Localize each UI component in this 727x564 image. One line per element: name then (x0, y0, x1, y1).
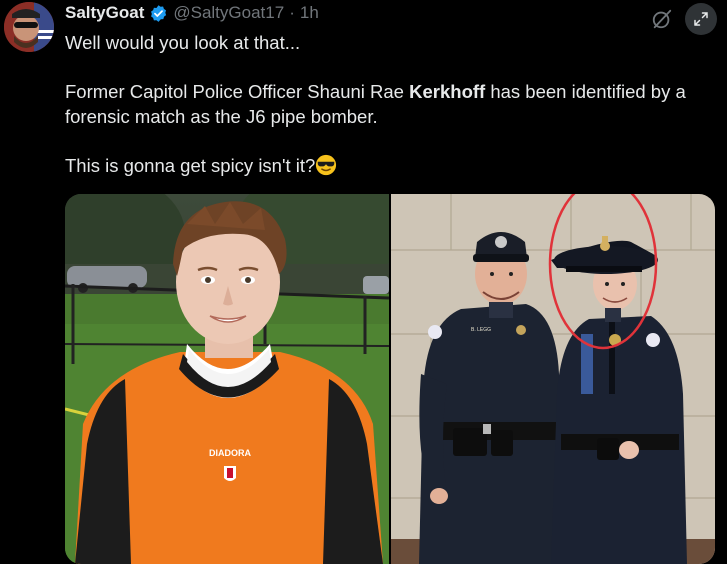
timestamp[interactable]: 1h (300, 3, 319, 23)
two-police-officers-photo[interactable]: B. LEGG (391, 194, 715, 564)
avatar[interactable] (4, 2, 54, 52)
tweet-line-3: This is gonna get spicy isn't it? (65, 153, 715, 178)
grok-icon[interactable] (651, 8, 673, 30)
soccer-goalkeeper-portrait[interactable]: DIADORA (65, 194, 389, 564)
tweet-bold-name: Kerkhoff (409, 81, 486, 102)
tweet-line-1: Well would you look at that... (65, 32, 301, 53)
tweet-line-3-text: This is gonna get spicy isn't it? (65, 155, 316, 176)
verified-badge-icon (149, 4, 168, 23)
display-name[interactable]: SaltyGoat (65, 3, 144, 23)
tweet-line-2: Former Capitol Police Officer Shauni Rae… (65, 79, 715, 129)
tweet-text: Well would you look at that... Former Ca… (65, 30, 715, 178)
name-tag-text: B. LEGG (471, 327, 491, 333)
jersey-brand-text: DIADORA (209, 448, 251, 458)
separator-dot: · (289, 3, 295, 22)
tweet-line-2-start: Former Capitol Police Officer Shauni Rae (65, 81, 410, 102)
expand-icon (692, 10, 710, 28)
tweet-header: SaltyGoat @SaltyGoat17 · 1h (65, 2, 319, 24)
smiling-face-with-sunglasses-icon (315, 154, 337, 176)
tweet-media[interactable]: DIADORA B. LEGG (65, 194, 715, 564)
handle[interactable]: @SaltyGoat17 (173, 3, 284, 23)
